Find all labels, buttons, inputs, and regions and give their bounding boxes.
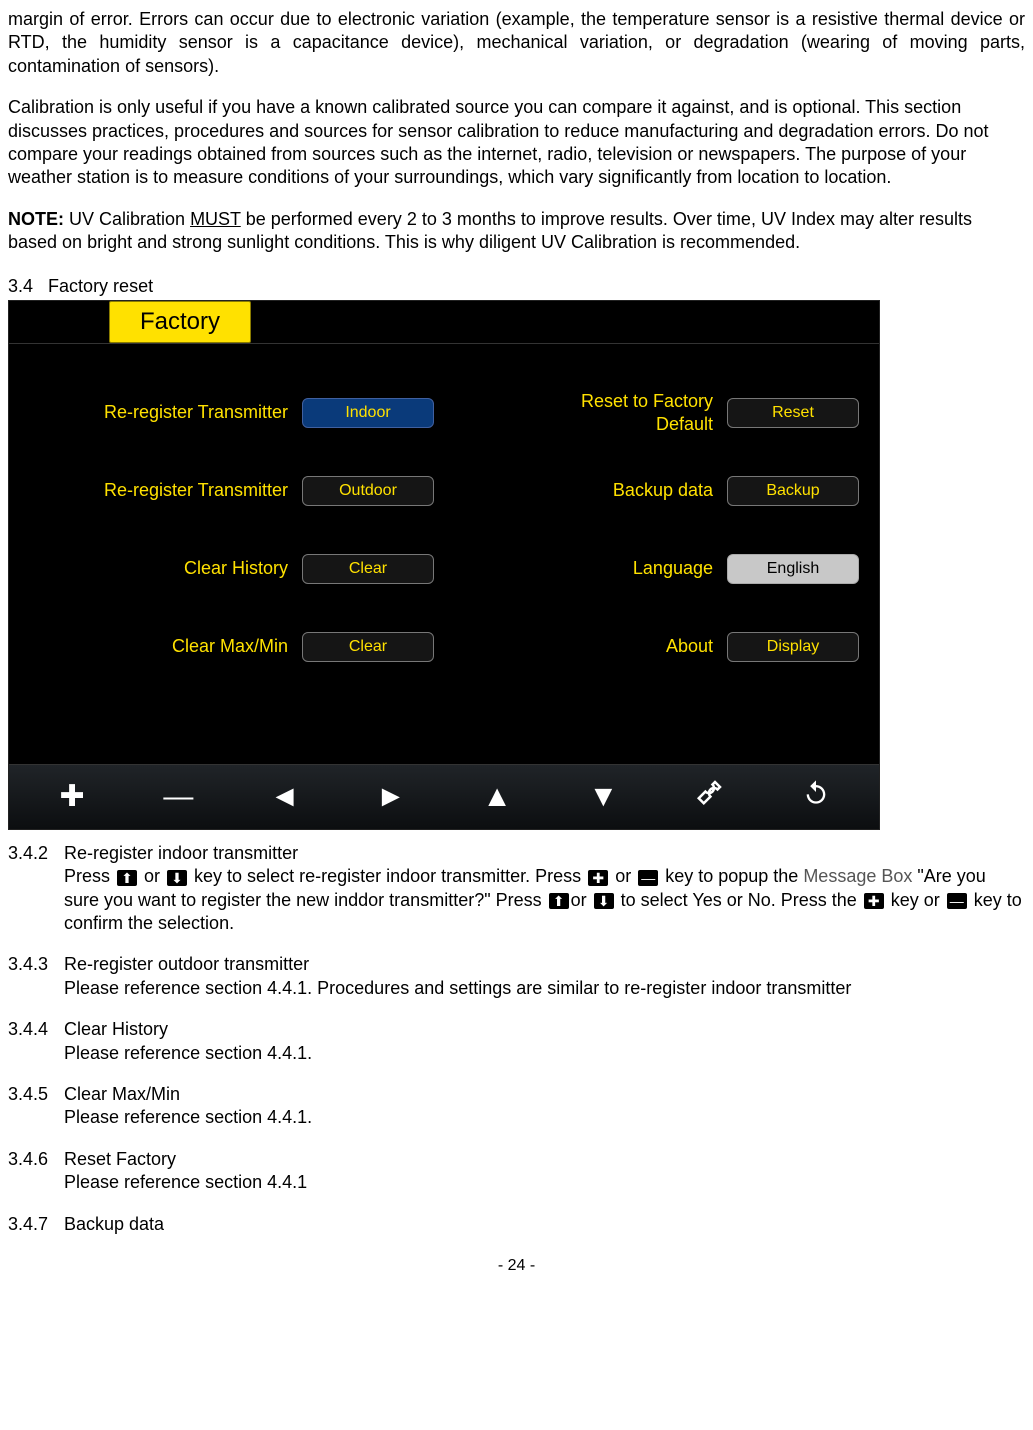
note-paragraph: NOTE: UV Calibration MUST be performed e…: [8, 208, 1025, 255]
note-pre: UV Calibration: [64, 209, 190, 229]
label-reregister-indoor: Re-register Transmitter: [104, 401, 288, 424]
t342-5: key to popup the: [660, 866, 803, 886]
sub-num-343: 3.4.3: [8, 953, 64, 976]
t342-4: or: [610, 866, 636, 886]
t342-1: Press: [64, 866, 115, 886]
page-number: - 24 -: [8, 1256, 1025, 1277]
label-language: Language: [633, 557, 713, 580]
sub-num-347: 3.4.7: [8, 1213, 64, 1236]
note-label: NOTE:: [8, 209, 64, 229]
intro-p2: Calibration is only useful if you have a…: [8, 96, 1025, 190]
sub-title-344: Clear History: [64, 1019, 168, 1039]
section-3-4-4: 3.4.4Clear History Please reference sect…: [8, 1018, 1025, 1065]
sub-title-345: Clear Max/Min: [64, 1084, 180, 1104]
factory-footer: ✚ — ◄ ► ▲ ▼: [9, 764, 879, 829]
section-title-text: Factory reset: [48, 276, 153, 296]
sub-title-347: Backup data: [64, 1214, 164, 1234]
plus-icon: ✚: [588, 870, 608, 886]
arrow-down-icon: ⬇: [594, 893, 614, 909]
section-3-4-5: 3.4.5Clear Max/Min Please reference sect…: [8, 1083, 1025, 1130]
sub-num-342: 3.4.2: [8, 842, 64, 865]
minus-icon[interactable]: —: [163, 777, 193, 816]
section-3-4-heading: 3.4 Factory reset: [8, 275, 1025, 298]
row-clear-history: Clear History Clear: [29, 530, 434, 608]
button-language[interactable]: English: [727, 554, 859, 584]
row-reregister-outdoor: Re-register Transmitter Outdoor: [29, 452, 434, 530]
label-reset-factory: Reset to Factory Default: [581, 390, 713, 437]
arrow-up-icon: ⬆: [549, 893, 569, 909]
wrench-icon[interactable]: [695, 777, 725, 817]
button-clear-history[interactable]: Clear: [302, 554, 434, 584]
row-reregister-indoor: Re-register Transmitter Indoor: [29, 374, 434, 452]
button-indoor[interactable]: Indoor: [302, 398, 434, 428]
section-3-4-6: 3.4.6Reset Factory Please reference sect…: [8, 1148, 1025, 1195]
minus-icon: —: [638, 870, 658, 886]
label-clear-history: Clear History: [184, 557, 288, 580]
row-language: Language English: [454, 530, 859, 608]
factory-screen: Factory Re-register Transmitter Indoor R…: [8, 300, 880, 830]
arrow-left-icon[interactable]: ◄: [270, 777, 300, 816]
arrow-up-icon[interactable]: ▲: [482, 777, 512, 816]
t342-2: or: [139, 866, 165, 886]
button-outdoor[interactable]: Outdoor: [302, 476, 434, 506]
intro-p1: margin of error. Errors can occur due to…: [8, 8, 1025, 78]
arrow-up-icon: ⬆: [117, 870, 137, 886]
sub-body-344: Please reference section 4.4.1.: [64, 1042, 1025, 1065]
button-clear-maxmin[interactable]: Clear: [302, 632, 434, 662]
plus-icon[interactable]: ✚: [57, 777, 87, 816]
t342-7: or: [571, 890, 592, 910]
factory-tab[interactable]: Factory: [109, 301, 251, 342]
sub-title-346: Reset Factory: [64, 1149, 176, 1169]
sub-num-346: 3.4.6: [8, 1148, 64, 1171]
sub-body-343: Please reference section 4.4.1. Procedur…: [64, 977, 1025, 1000]
label-backup: Backup data: [613, 479, 713, 502]
label-clear-maxmin: Clear Max/Min: [172, 635, 288, 658]
row-reset-factory: Reset to Factory Default Reset: [454, 374, 859, 452]
row-backup: Backup data Backup: [454, 452, 859, 530]
t342-9: key or: [886, 890, 945, 910]
factory-right-column: Reset to Factory Default Reset Backup da…: [454, 374, 859, 734]
section-3-4-2: 3.4.2Re-register indoor transmitter Pres…: [8, 842, 1025, 936]
arrow-right-icon[interactable]: ►: [376, 777, 406, 816]
message-box-label: Message Box: [803, 866, 912, 886]
sub-num-344: 3.4.4: [8, 1018, 64, 1041]
row-clear-maxmin: Clear Max/Min Clear: [29, 608, 434, 686]
t342-8: to select Yes or No. Press the: [616, 890, 862, 910]
button-backup[interactable]: Backup: [727, 476, 859, 506]
factory-header: Factory: [9, 301, 879, 344]
factory-left-column: Re-register Transmitter Indoor Re-regist…: [29, 374, 434, 734]
minus-icon: —: [947, 893, 967, 909]
note-must: MUST: [190, 209, 241, 229]
arrow-down-icon[interactable]: ▼: [588, 777, 618, 816]
label-about: About: [666, 635, 713, 658]
factory-body: Re-register Transmitter Indoor Re-regist…: [9, 344, 879, 764]
row-about: About Display: [454, 608, 859, 686]
undo-icon[interactable]: [801, 777, 831, 816]
sub-num-345: 3.4.5: [8, 1083, 64, 1106]
plus-icon: ✚: [864, 893, 884, 909]
arrow-down-icon: ⬇: [167, 870, 187, 886]
button-reset[interactable]: Reset: [727, 398, 859, 428]
sub-body-345: Please reference section 4.4.1.: [64, 1106, 1025, 1129]
label-reregister-outdoor: Re-register Transmitter: [104, 479, 288, 502]
button-about[interactable]: Display: [727, 632, 859, 662]
sub-title-343: Re-register outdoor transmitter: [64, 954, 309, 974]
section-3-4-7: 3.4.7Backup data: [8, 1213, 1025, 1236]
sub-title-342: Re-register indoor transmitter: [64, 843, 298, 863]
t342-3: key to select re-register indoor transmi…: [189, 866, 586, 886]
sub-body-346: Please reference section 4.4.1: [64, 1171, 1025, 1194]
section-num: 3.4: [8, 276, 33, 296]
sub-body-342: Press ⬆ or ⬇ key to select re-register i…: [64, 865, 1025, 935]
section-3-4-3: 3.4.3Re-register outdoor transmitter Ple…: [8, 953, 1025, 1000]
